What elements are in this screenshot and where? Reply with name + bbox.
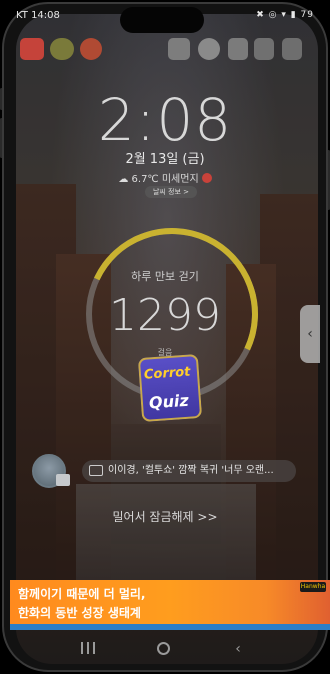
notification-app-icon[interactable] — [50, 38, 74, 60]
step-goal-label: 하루 만보 걷기 — [131, 270, 199, 283]
camera-cutout — [120, 7, 204, 33]
notification-app-icon[interactable] — [282, 38, 302, 60]
weather-text: 6.7℃ 미세먼지 — [131, 174, 199, 185]
notification-app-icon[interactable] — [20, 38, 44, 60]
cloud-icon: ☁ — [118, 174, 132, 185]
banner-line-2: 한화의 동반 성장 생태계 — [18, 606, 141, 620]
step-count: 1299 — [109, 290, 221, 341]
banner-ad[interactable]: 함께이기 때문에 더 멀리, 한화의 동반 성장 생태계 Hanwha — [10, 580, 330, 630]
notification-icons-row — [14, 38, 316, 62]
notification-app-icon[interactable] — [80, 38, 102, 60]
weather-info[interactable]: ☁ 6.7℃ 미세먼지 — [0, 170, 330, 185]
chevron-left-icon: ‹ — [307, 326, 313, 342]
banner-tag: Hanwha — [300, 582, 326, 592]
quiz-widget[interactable]: Corrot Quiz — [137, 353, 203, 423]
notification-app-icon[interactable] — [228, 38, 248, 60]
status-icons: ✖ ◎ ▾ ▮ 79 — [256, 10, 314, 20]
quiz-subtitle: Quiz — [148, 390, 190, 413]
banner-stripe — [10, 624, 330, 630]
carrier-time: KT 14:08 — [16, 10, 60, 21]
news-icon — [89, 465, 103, 476]
unlock-hint[interactable]: 밀어서 잠금해제 >> — [0, 508, 330, 525]
card-icon — [56, 474, 70, 486]
dust-face-icon — [201, 173, 212, 183]
navigation-bar: ‹ — [12, 634, 314, 664]
avatar[interactable] — [32, 454, 70, 488]
notification-app-icon[interactable] — [168, 38, 190, 60]
news-ticker[interactable]: 이이경, '컬투쇼' 깜짝 복귀 '너무 오랜... — [82, 460, 296, 482]
recents-button[interactable] — [68, 634, 108, 664]
recents-icon — [81, 642, 95, 654]
back-button[interactable]: ‹ — [218, 634, 258, 664]
home-button[interactable] — [143, 634, 183, 664]
lock-clock: 2:08 — [97, 86, 233, 154]
banner-line-1: 함께이기 때문에 더 멀리, — [18, 587, 146, 601]
edge-panel-handle[interactable]: ‹ — [300, 305, 320, 363]
quiz-title: Corrot — [143, 364, 191, 383]
home-icon — [156, 642, 170, 655]
notification-app-icon[interactable] — [198, 38, 220, 60]
news-text: 이이경, '컬투쇼' 깜짝 복귀 '너무 오랜... — [108, 465, 274, 476]
back-icon: ‹ — [235, 641, 241, 657]
notification-app-icon[interactable] — [254, 38, 274, 60]
lock-date: 2월 13일 (금) — [125, 152, 205, 167]
weather-details-pill[interactable]: 날씨 정보 > — [145, 186, 197, 198]
